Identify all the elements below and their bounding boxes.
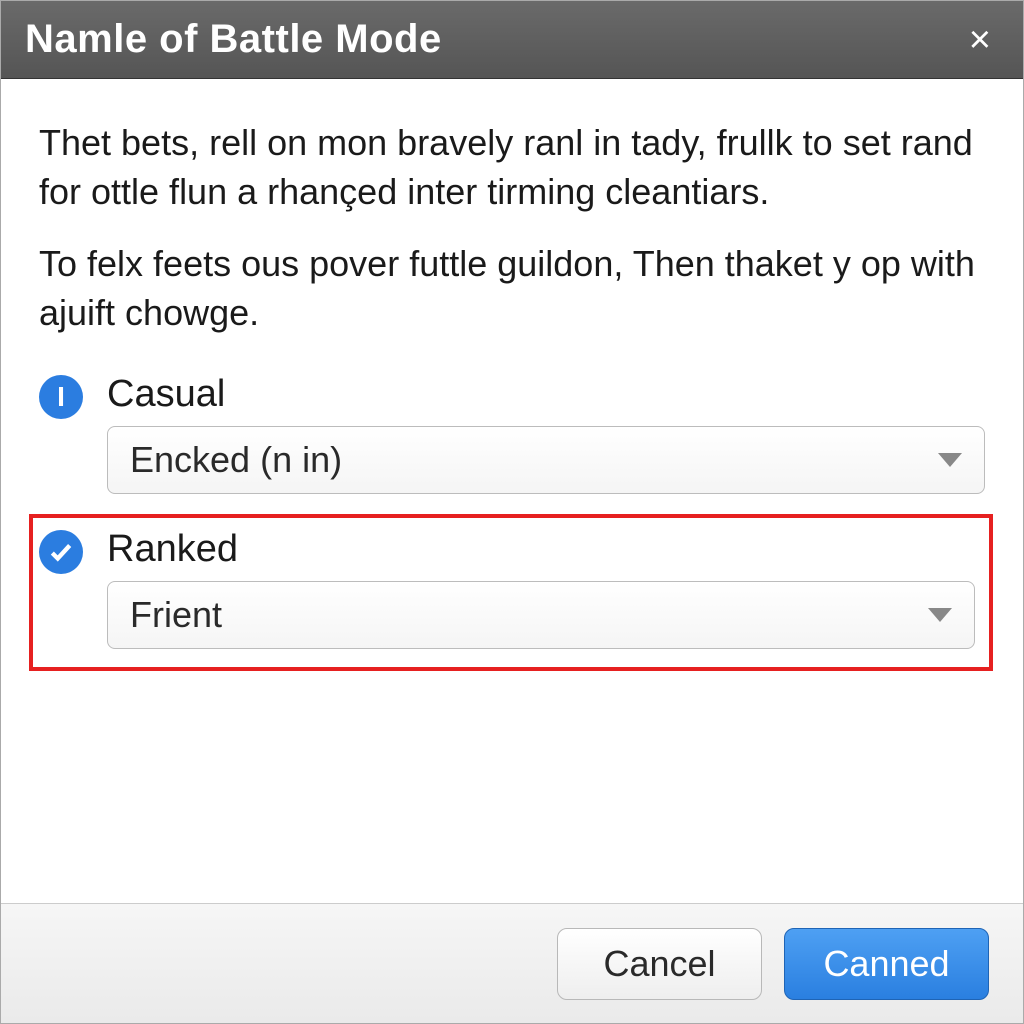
- dialog-title: Namle of Battle Mode: [25, 17, 442, 62]
- description-paragraph-2: To felx feets ous pover futtle guildon, …: [39, 240, 985, 337]
- option-ranked[interactable]: Ranked Frient: [29, 514, 993, 671]
- casual-select-value: Encked (n in): [130, 439, 342, 481]
- option-ranked-body: Ranked Frient: [107, 528, 975, 649]
- ranked-select[interactable]: Frient: [107, 581, 975, 649]
- option-group: I Casual Encked (n in) Ranked Frient: [39, 365, 985, 671]
- chevron-down-icon: [938, 453, 962, 467]
- description-paragraph-1: Thet bets, rell on mon bravely ranl in t…: [39, 119, 985, 216]
- option-casual-body: Casual Encked (n in): [107, 373, 985, 494]
- confirm-button[interactable]: Canned: [784, 928, 989, 1000]
- info-icon: I: [39, 375, 83, 419]
- battle-mode-dialog: Namle of Battle Mode × Thet bets, rell o…: [0, 0, 1024, 1024]
- option-casual[interactable]: I Casual Encked (n in): [39, 365, 985, 510]
- chevron-down-icon: [928, 608, 952, 622]
- option-casual-label: Casual: [107, 373, 985, 416]
- cancel-button[interactable]: Cancel: [557, 928, 762, 1000]
- dialog-description: Thet bets, rell on mon bravely ranl in t…: [39, 119, 985, 337]
- close-icon[interactable]: ×: [961, 21, 999, 59]
- dialog-content: Thet bets, rell on mon bravely ranl in t…: [1, 79, 1023, 903]
- dialog-titlebar: Namle of Battle Mode ×: [1, 1, 1023, 79]
- option-ranked-label: Ranked: [107, 528, 975, 571]
- casual-select[interactable]: Encked (n in): [107, 426, 985, 494]
- ranked-select-value: Frient: [130, 594, 222, 636]
- dialog-footer: Cancel Canned: [1, 903, 1023, 1023]
- check-icon: [39, 530, 83, 574]
